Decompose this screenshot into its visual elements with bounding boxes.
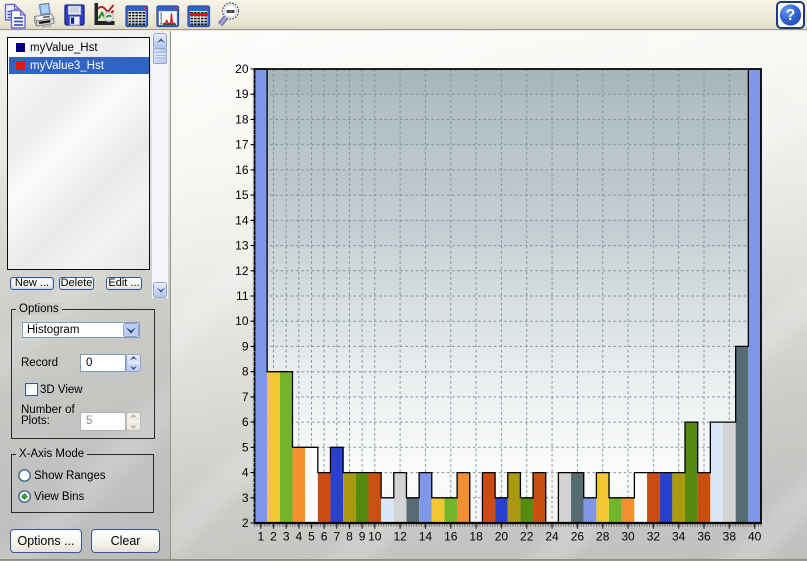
svg-text:26: 26 — [571, 530, 585, 544]
svg-text:9: 9 — [359, 530, 366, 544]
svg-text:3: 3 — [242, 491, 249, 505]
svg-text:2: 2 — [270, 530, 277, 544]
svg-text:3: 3 — [283, 530, 290, 544]
svg-text:10: 10 — [368, 530, 382, 544]
svg-text:28: 28 — [596, 530, 610, 544]
svg-text:24: 24 — [545, 530, 559, 544]
svg-text:16: 16 — [444, 530, 458, 544]
svg-text:36: 36 — [697, 530, 711, 544]
svg-text:?: ? — [786, 7, 795, 24]
svg-text:5: 5 — [308, 530, 315, 544]
svg-text:1: 1 — [257, 530, 264, 544]
svg-text:18: 18 — [469, 530, 483, 544]
svg-text:7: 7 — [333, 530, 340, 544]
svg-text:4: 4 — [242, 466, 249, 480]
svg-text:20: 20 — [235, 62, 249, 76]
svg-text:19: 19 — [235, 87, 249, 101]
svg-text:30: 30 — [621, 530, 635, 544]
svg-text:5: 5 — [242, 440, 249, 454]
svg-text:38: 38 — [723, 530, 737, 544]
svg-text:11: 11 — [236, 289, 249, 303]
svg-text:4: 4 — [295, 530, 302, 544]
svg-text:14: 14 — [235, 213, 249, 227]
svg-text:8: 8 — [346, 530, 353, 544]
svg-text:6: 6 — [242, 415, 249, 429]
svg-text:13: 13 — [235, 239, 249, 253]
svg-text:22: 22 — [520, 530, 534, 544]
svg-text:6: 6 — [321, 530, 328, 544]
svg-text:20: 20 — [495, 530, 509, 544]
svg-text:2: 2 — [242, 516, 249, 530]
svg-text:10: 10 — [235, 314, 249, 328]
svg-text:9: 9 — [242, 339, 249, 353]
svg-text:18: 18 — [235, 112, 249, 126]
svg-text:7: 7 — [242, 390, 249, 404]
svg-text:17: 17 — [235, 138, 249, 152]
svg-text:8: 8 — [242, 365, 249, 379]
svg-text:16: 16 — [235, 163, 249, 177]
svg-text:14: 14 — [419, 530, 433, 544]
svg-text:34: 34 — [672, 530, 686, 544]
svg-text:32: 32 — [647, 530, 661, 544]
svg-text:12: 12 — [393, 530, 407, 544]
svg-text:12: 12 — [235, 264, 249, 278]
svg-text:40: 40 — [748, 530, 762, 544]
svg-text:15: 15 — [235, 188, 249, 202]
